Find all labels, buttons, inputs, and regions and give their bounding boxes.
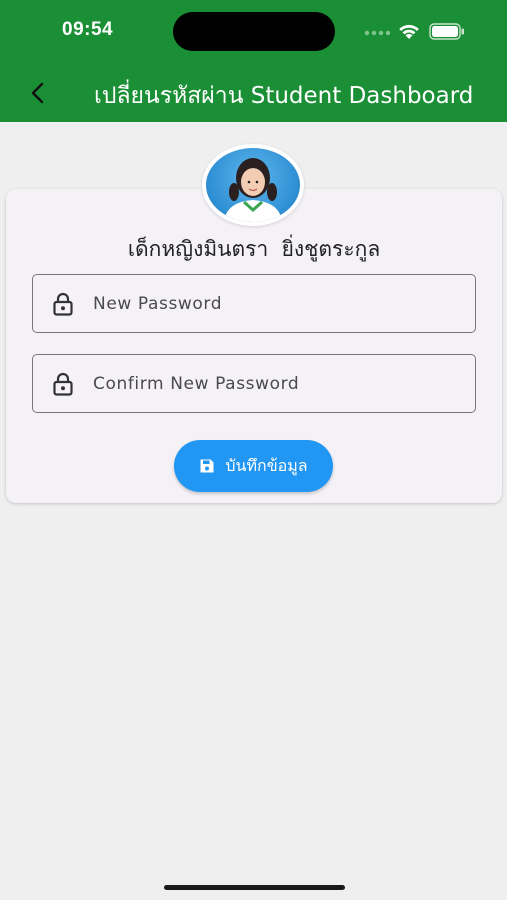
confirm-password-input[interactable]: [93, 355, 463, 412]
save-button-label: บันทึกข้อมูล: [225, 455, 308, 475]
status-time: 09:54: [62, 19, 114, 40]
student-name: เด็กหญิงมินตรา ยิ่งชูตระกูล: [127, 237, 381, 261]
signal-icon: [364, 30, 390, 36]
dynamic-island: [173, 12, 335, 51]
page-title: เปลี่ยนรหัสผ่าน Student Dashboard: [94, 83, 474, 109]
new-password-input[interactable]: [93, 275, 463, 332]
student-photo: [206, 148, 300, 222]
confirm-password-field[interactable]: [32, 354, 476, 413]
new-password-field[interactable]: [32, 274, 476, 333]
avatar: [202, 144, 304, 226]
wifi-icon: [399, 24, 419, 39]
home-indicator[interactable]: [164, 885, 345, 890]
lock-icon: [53, 372, 73, 396]
app-bar: 09:54 เปลี่ยนรหัสผ่าน Student Dashboard: [0, 0, 507, 122]
lock-icon: [53, 292, 73, 316]
back-button[interactable]: [20, 73, 56, 113]
save-icon: [200, 459, 214, 473]
student-portrait-image: [224, 158, 282, 222]
save-button[interactable]: บันทึกข้อมูล: [174, 440, 333, 492]
chevron-left-icon: [31, 82, 44, 104]
battery-icon: [429, 23, 464, 40]
